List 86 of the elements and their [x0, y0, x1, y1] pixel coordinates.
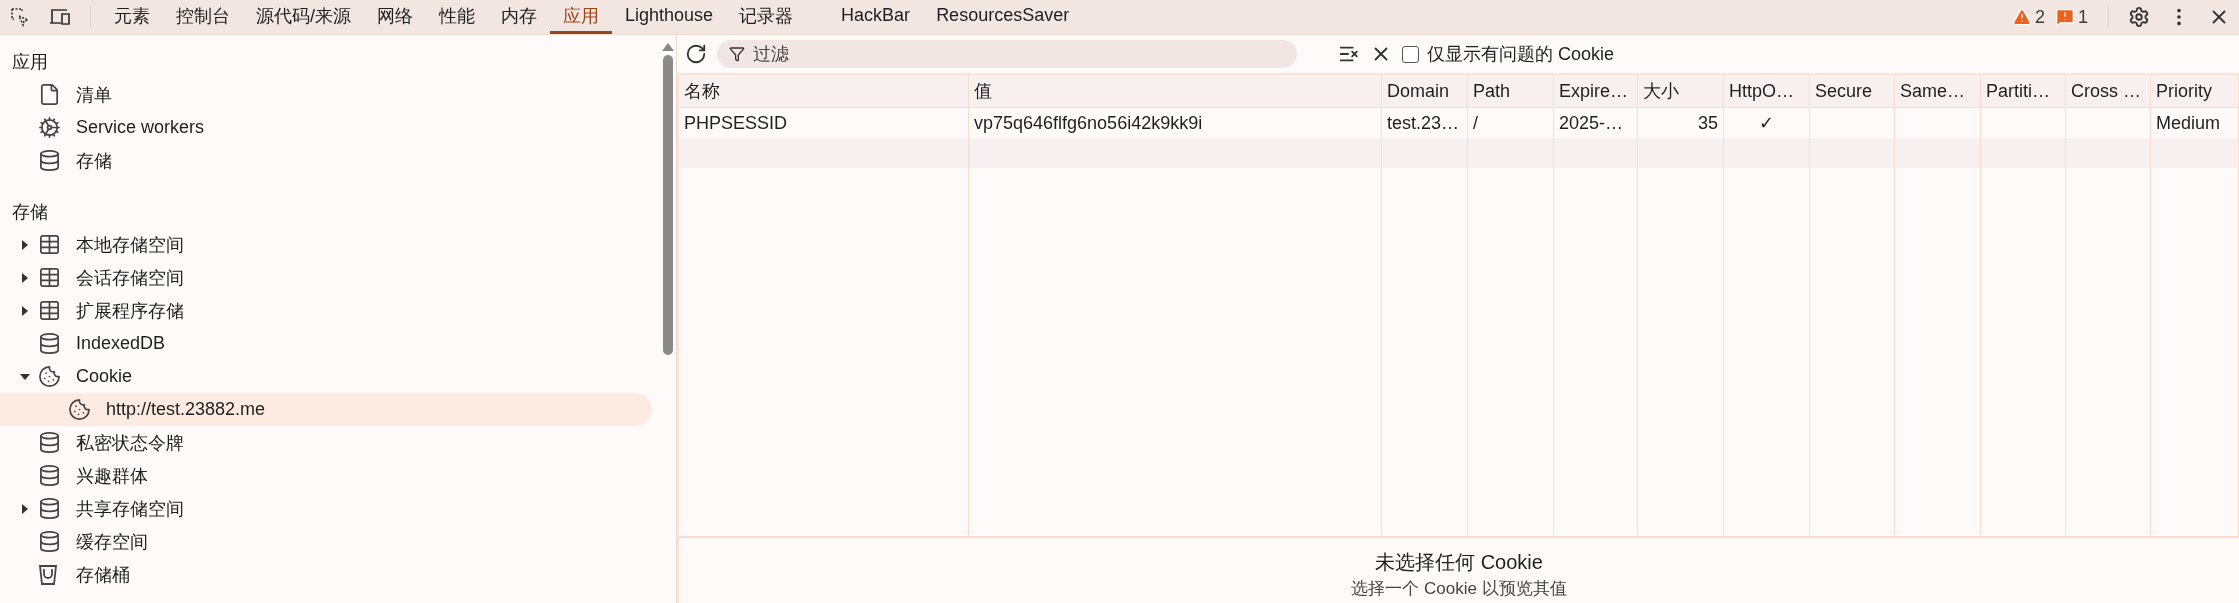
- panel-tab[interactable]: 网络: [364, 0, 426, 34]
- tree-item[interactable]: 缓存空间: [0, 525, 652, 558]
- tree-item-label: 私密状态令牌: [76, 431, 184, 455]
- section-title: 存储: [11, 200, 49, 224]
- file-icon: [38, 83, 61, 106]
- column-header[interactable]: Secure: [1810, 75, 1895, 107]
- panel-tab[interactable]: 内存: [488, 0, 550, 34]
- checkbox-label: 仅显示有问题的 Cookie: [1427, 43, 1615, 66]
- tree-item-label: IndexedDB: [76, 333, 166, 354]
- column-header[interactable]: 值: [969, 75, 1382, 107]
- panel-tab[interactable]: 元素: [101, 0, 163, 34]
- panel-tab[interactable]: 记录器: [726, 0, 807, 34]
- tree-item-label: 会话存储空间: [76, 266, 184, 290]
- panel-tab[interactable]: HackBar: [828, 0, 924, 34]
- column-header[interactable]: Domain: [1382, 75, 1468, 107]
- checkbox[interactable]: [1402, 45, 1419, 63]
- tree-item[interactable]: 会话存储空间: [0, 261, 652, 294]
- column-header[interactable]: Cross …: [2066, 75, 2151, 107]
- tree-item-label: 本地存储空间: [76, 233, 184, 257]
- tree-item[interactable]: 扩展程序存储: [0, 294, 652, 327]
- tree-item-label: 缓存空间: [76, 530, 148, 554]
- column-header[interactable]: HttpO…: [1724, 75, 1810, 107]
- issue-icon[interactable]: [2055, 7, 2075, 27]
- scrollbar-thumb[interactable]: [663, 55, 673, 355]
- panel-tab[interactable]: 应用: [550, 0, 612, 34]
- expand-caret-icon[interactable]: [20, 305, 30, 316]
- cookie-icon: [38, 365, 61, 388]
- expand-caret-icon[interactable]: [20, 239, 30, 250]
- column-header[interactable]: Path: [1468, 75, 1554, 107]
- preview-hint: 选择一个 Cookie 以预览其值: [1351, 578, 1567, 600]
- panel-tab[interactable]: ResourcesSaver: [923, 0, 1083, 34]
- column-header[interactable]: Priority: [2151, 75, 2239, 107]
- warning-count: 2: [2034, 6, 2045, 28]
- tree-item[interactable]: 私密状态令牌: [0, 426, 652, 459]
- database-icon: [38, 497, 61, 520]
- filter-field[interactable]: 过滤: [717, 40, 1297, 68]
- cookie-icon: [68, 398, 91, 421]
- table-icon: [38, 266, 61, 289]
- table-icon: [38, 299, 61, 322]
- panel-tab[interactable]: 控制台: [163, 0, 243, 34]
- table-icon: [38, 233, 61, 256]
- panel-tab[interactable]: 源代码/来源: [243, 0, 364, 34]
- settings-icon[interactable]: [2128, 6, 2150, 28]
- tree-item-label: http://test.23882.me: [106, 399, 266, 420]
- device-icon[interactable]: [49, 7, 71, 27]
- preview-title: 未选择任何 Cookie: [1375, 550, 1543, 575]
- tree-item-label: Service workers: [76, 117, 205, 138]
- tree-item[interactable]: 共享存储空间: [0, 492, 652, 525]
- column-header[interactable]: Partiti…: [1981, 75, 2066, 107]
- tree-item-label: 共享存储空间: [76, 497, 184, 521]
- tree-item-label: 存储: [76, 149, 112, 173]
- tree-item[interactable]: 存储: [0, 144, 652, 177]
- tree-item[interactable]: Cookie: [0, 360, 652, 393]
- database-icon: [38, 332, 61, 355]
- column-header[interactable]: 大小: [1638, 75, 1724, 107]
- section-title: 应用: [11, 50, 49, 74]
- refresh-icon[interactable]: [685, 43, 707, 65]
- tree-item-label: 存储桶: [76, 563, 130, 587]
- expand-caret-icon[interactable]: [20, 503, 30, 514]
- column-header[interactable]: Expire…: [1554, 75, 1638, 107]
- column-header[interactable]: 名称: [679, 75, 969, 107]
- tree-item[interactable]: 存储桶: [0, 558, 652, 591]
- tree-item-label: 扩展程序存储: [76, 299, 184, 323]
- expand-caret-icon[interactable]: [20, 272, 30, 283]
- tree-item[interactable]: http://test.23882.me: [0, 393, 652, 426]
- warning-icon[interactable]: [2011, 7, 2032, 27]
- scroll-up-icon[interactable]: [662, 43, 674, 51]
- bucket-icon: [38, 563, 58, 586]
- panel-tab[interactable]: Lighthouse: [612, 0, 727, 34]
- tree-item-label: Cookie: [76, 366, 133, 387]
- column-header[interactable]: Same…: [1895, 75, 1981, 107]
- tree-item[interactable]: Service workers: [0, 111, 652, 144]
- database-icon: [38, 464, 61, 487]
- collapse-caret-icon[interactable]: [20, 371, 30, 382]
- panel-tab[interactable]: 性能: [426, 0, 488, 34]
- tree-item-label: 兴趣群体: [76, 464, 148, 488]
- database-icon: [38, 530, 61, 553]
- tree-item[interactable]: 兴趣群体: [0, 459, 652, 492]
- tree-item[interactable]: IndexedDB: [0, 327, 652, 360]
- tree-item[interactable]: 本地存储空间: [0, 228, 652, 261]
- tree-item[interactable]: 清单: [0, 78, 652, 111]
- issue-count: 1: [2078, 6, 2088, 28]
- filter-icon: [729, 46, 745, 62]
- database-icon: [38, 149, 61, 172]
- tree-item-label: 清单: [76, 83, 112, 107]
- database-icon: [38, 431, 61, 454]
